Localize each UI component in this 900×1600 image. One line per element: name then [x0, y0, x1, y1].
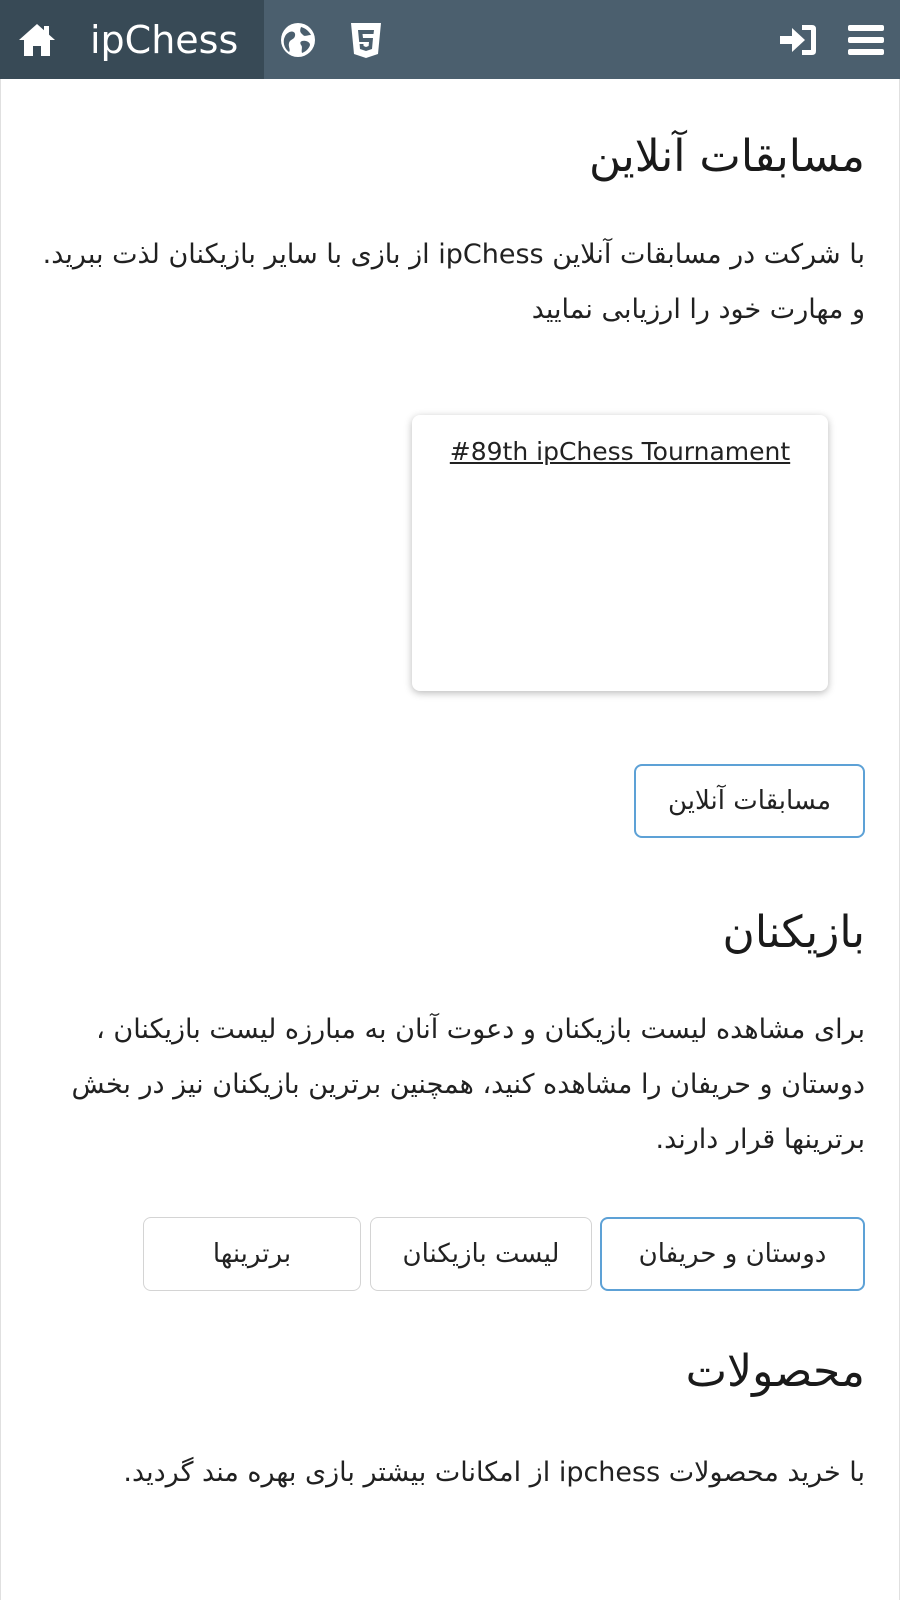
- products-description: با خرید محصولات ipchess از امکانات بیشتر…: [123, 1457, 865, 1488]
- tournaments-title: مسابقات آنلاین: [588, 131, 865, 182]
- players-description: برای مشاهده لیست بازیکنان و دعوت آنان به…: [71, 1014, 865, 1155]
- players-section: بازیکنان: [1, 907, 900, 958]
- products-title: محصولات: [685, 1346, 865, 1397]
- login-button[interactable]: [764, 0, 832, 79]
- home-button[interactable]: [0, 0, 74, 79]
- html5-icon: [351, 22, 381, 58]
- brand-title[interactable]: ipChess: [90, 18, 238, 62]
- products-text-block: با خرید محصولات ipchess از امکانات بیشتر…: [1, 1445, 900, 1500]
- globe-icon: [281, 22, 315, 57]
- home-icon: [19, 23, 55, 56]
- players-text-block: برای مشاهده لیست بازیکنان و دعوت آنان به…: [1, 1002, 900, 1167]
- tournaments-description: با شرکت در مسابقات آنلاین ipChess از باز…: [42, 239, 865, 325]
- tournament-card[interactable]: #89th ipChess Tournament: [412, 415, 828, 691]
- products-section: محصولات: [1, 1346, 900, 1397]
- main-content: مسابقات آنلاین با شرکت در مسابقات آنلاین…: [0, 79, 900, 1600]
- friends-and-rivals-button[interactable]: دوستان و حریفان: [600, 1217, 865, 1291]
- top-players-button[interactable]: برترینها: [143, 1217, 361, 1291]
- tournaments-text-block: با شرکت در مسابقات آنلاین ipChess از باز…: [1, 227, 900, 337]
- menu-button[interactable]: [832, 0, 900, 79]
- players-list-button[interactable]: لیست بازیکنان: [370, 1217, 592, 1291]
- brand-area: ipChess: [0, 0, 264, 79]
- top-navbar: ipChess: [0, 0, 900, 79]
- tournaments-section: مسابقات آنلاین: [1, 131, 900, 182]
- online-tournaments-button[interactable]: مسابقات آنلاین: [634, 764, 865, 838]
- language-button[interactable]: [264, 0, 332, 79]
- html5-button[interactable]: [332, 0, 400, 79]
- tournament-link[interactable]: #89th ipChess Tournament: [450, 437, 790, 466]
- sign-in-icon: [780, 24, 816, 55]
- players-title: بازیکنان: [722, 907, 865, 958]
- hamburger-menu-icon: [848, 24, 884, 55]
